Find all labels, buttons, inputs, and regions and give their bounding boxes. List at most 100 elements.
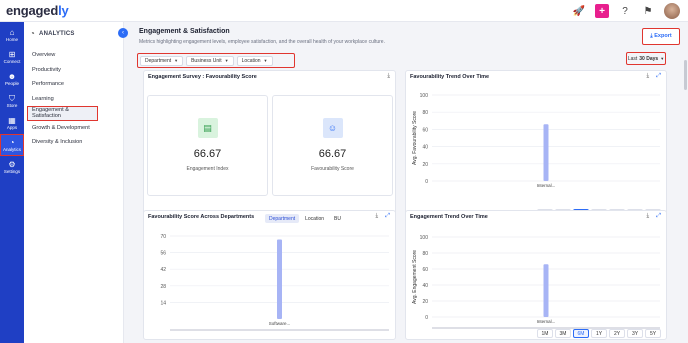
y-tick-label: 0 — [425, 315, 428, 321]
engagement-index-label: Engagement Index — [186, 166, 229, 172]
bar — [543, 264, 549, 317]
engagement-survey-card: Engagement Survey : Favourability Score … — [143, 70, 396, 225]
engagedly-logo[interactable]: engagedly — [6, 3, 69, 18]
rocket-icon[interactable]: 🚀 — [572, 4, 586, 18]
toggle-location[interactable]: Location — [301, 214, 328, 223]
timeframe-selector: 1M3M6M1Y2Y3Y5Y — [537, 329, 661, 338]
rail-item-home[interactable]: ⌂ Home — [0, 24, 24, 46]
sidebar-item-growth-development[interactable]: Growth & Development — [24, 121, 123, 136]
card-title: Favourability Trend Over Time — [410, 74, 490, 80]
rail-item-settings[interactable]: ⚙ Settings — [0, 156, 24, 178]
x-tick-label: Software... — [269, 321, 291, 326]
expand-icon[interactable]: ⤢ — [656, 73, 661, 80]
download-icon: ⤓ — [650, 33, 653, 39]
download-icon[interactable]: ⤓ — [387, 73, 390, 80]
rail-item-label: People — [4, 81, 19, 86]
engagement-index-value: 66.67 — [193, 148, 222, 160]
y-tick-label: 56 — [160, 251, 166, 257]
sidebar-item-learning[interactable]: Learning — [24, 92, 123, 107]
bar — [543, 124, 549, 181]
y-tick-label: 60 — [422, 267, 428, 273]
timeframe-6m[interactable]: 6M — [573, 329, 589, 338]
store-icon: ⛉ — [9, 94, 15, 103]
timeframe-1m[interactable]: 1M — [537, 329, 553, 338]
document-icon: ▤ — [197, 118, 218, 138]
expand-icon[interactable]: ⤢ — [385, 213, 390, 220]
y-tick-label: 70 — [160, 234, 166, 240]
engagement-trend-card: Engagement Trend Over Time ⤓ ⤢ 0 20 40 60 80 1… — [405, 210, 667, 340]
y-tick-label: 40 — [422, 145, 428, 151]
home-icon: ⌂ — [9, 28, 15, 37]
download-icon[interactable]: ⤓ — [376, 213, 379, 220]
date-range-select[interactable]: Last 30 Days ▼ — [626, 52, 666, 65]
timeframe-3y[interactable]: 3Y — [627, 329, 643, 338]
chevron-down-icon: ▼ — [174, 58, 179, 63]
rail-item-label: Analytics — [2, 147, 21, 152]
analytics-icon: ◔ — [30, 29, 36, 38]
chevron-down-icon: ▼ — [263, 58, 268, 63]
rail-item-label: Store — [6, 103, 18, 108]
page-subtitle: Metrics highlighting engagement levels, … — [139, 39, 385, 45]
department-filter[interactable]: Department ▼ — [140, 55, 184, 66]
rail-item-apps[interactable]: ▦ Apps — [0, 112, 24, 134]
y-axis-label: Avg. Favourability Score — [412, 111, 418, 165]
rail-item-store[interactable]: ⛉ Store — [0, 90, 24, 112]
flag-icon[interactable]: ⚑ — [641, 4, 655, 18]
export-button[interactable]: ⤓ Export — [642, 28, 680, 45]
timeframe-5y[interactable]: 5Y — [645, 329, 661, 338]
page-scrollbar[interactable] — [684, 60, 687, 90]
timeframe-2y[interactable]: 2Y — [609, 329, 625, 338]
x-tick-label: Internal... — [537, 319, 556, 324]
y-tick-label: 100 — [420, 235, 429, 241]
sidebar-item-diversity-inclusion[interactable]: Diversity & Inclusion — [24, 135, 123, 150]
people-icon: ☻ — [7, 72, 17, 81]
sidebar-item-engagement-satisfaction[interactable]: Engagement & Satisfaction — [27, 106, 98, 121]
y-axis-label: Avg. Engagement Score — [412, 250, 418, 304]
rail-item-analytics[interactable]: ◔ Analytics — [0, 134, 24, 156]
timeframe-1y[interactable]: 1Y — [591, 329, 607, 338]
rail-item-label: Home — [5, 37, 18, 42]
favourability-score-tile: ☺ 66.67 Favourability Score — [272, 95, 393, 196]
y-tick-label: 40 — [422, 283, 428, 289]
business-unit-filter[interactable]: Business Unit ▼ — [186, 55, 234, 66]
location-filter[interactable]: Location ▼ — [236, 55, 273, 66]
collapse-sidebar-button[interactable]: ‹ — [118, 28, 128, 38]
favourability-trend-card: Favourability Trend Over Time ⤓ ⤢ 0 20 40 60… — [405, 70, 667, 225]
sidebar-heading: ◔ ANALYTICS — [30, 29, 75, 38]
sidebar-item-overview[interactable]: Overview — [24, 48, 123, 63]
add-icon[interactable]: + — [595, 4, 609, 18]
expand-icon[interactable]: ⤢ — [656, 213, 661, 220]
y-tick-label: 80 — [422, 251, 428, 257]
toggle-department[interactable]: Department — [265, 214, 300, 223]
y-tick-label: 14 — [160, 300, 166, 306]
department-scores-chart: 70 56 42 28 14 Software... — [160, 234, 389, 331]
x-tick-label: Internal... — [537, 183, 556, 188]
y-tick-label: 80 — [422, 110, 428, 116]
help-icon[interactable]: ? — [618, 4, 632, 18]
settings-icon: ⚙ — [8, 160, 16, 169]
toggle-bu[interactable]: BU — [330, 214, 345, 223]
rail-item-connect[interactable]: ⊞ Connect — [0, 46, 24, 68]
avatar[interactable] — [664, 3, 680, 19]
sidebar-item-performance[interactable]: Performance — [24, 77, 123, 92]
chevron-down-icon: ▼ — [224, 58, 229, 63]
card-title: Engagement Trend Over Time — [410, 214, 488, 220]
y-tick-label: 20 — [422, 162, 428, 168]
y-tick-label: 60 — [422, 127, 428, 133]
connect-icon: ⊞ — [8, 50, 16, 59]
download-icon[interactable]: ⤓ — [647, 213, 650, 220]
sidebar-item-productivity[interactable]: Productivity — [24, 63, 123, 78]
left-rail: ⌂ Home ⊞ Connect ☻ People ⛉ Store ▦ Apps ◔ Analytic… — [0, 22, 24, 343]
favourability-score-value: 66.67 — [318, 148, 347, 160]
filter-bar: Department ▼ Business Unit ▼ Location ▼ — [137, 53, 295, 68]
rail-item-people[interactable]: ☻ People — [0, 68, 24, 90]
timeframe-3m[interactable]: 3M — [555, 329, 571, 338]
rail-item-label: Settings — [3, 169, 21, 174]
favourability-trend-chart: 0 20 40 60 80 100 Avg. Favourability Score Inte… — [412, 93, 660, 188]
favourability-score-label: Favourability Score — [311, 166, 354, 172]
y-tick-label: 0 — [425, 179, 428, 185]
sidebar-menu: Overview Productivity Performance Learning E… — [24, 48, 123, 150]
download-icon[interactable]: ⤓ — [647, 73, 650, 80]
analytics-icon: ◔ — [9, 138, 15, 147]
y-tick-label: 28 — [160, 284, 166, 290]
